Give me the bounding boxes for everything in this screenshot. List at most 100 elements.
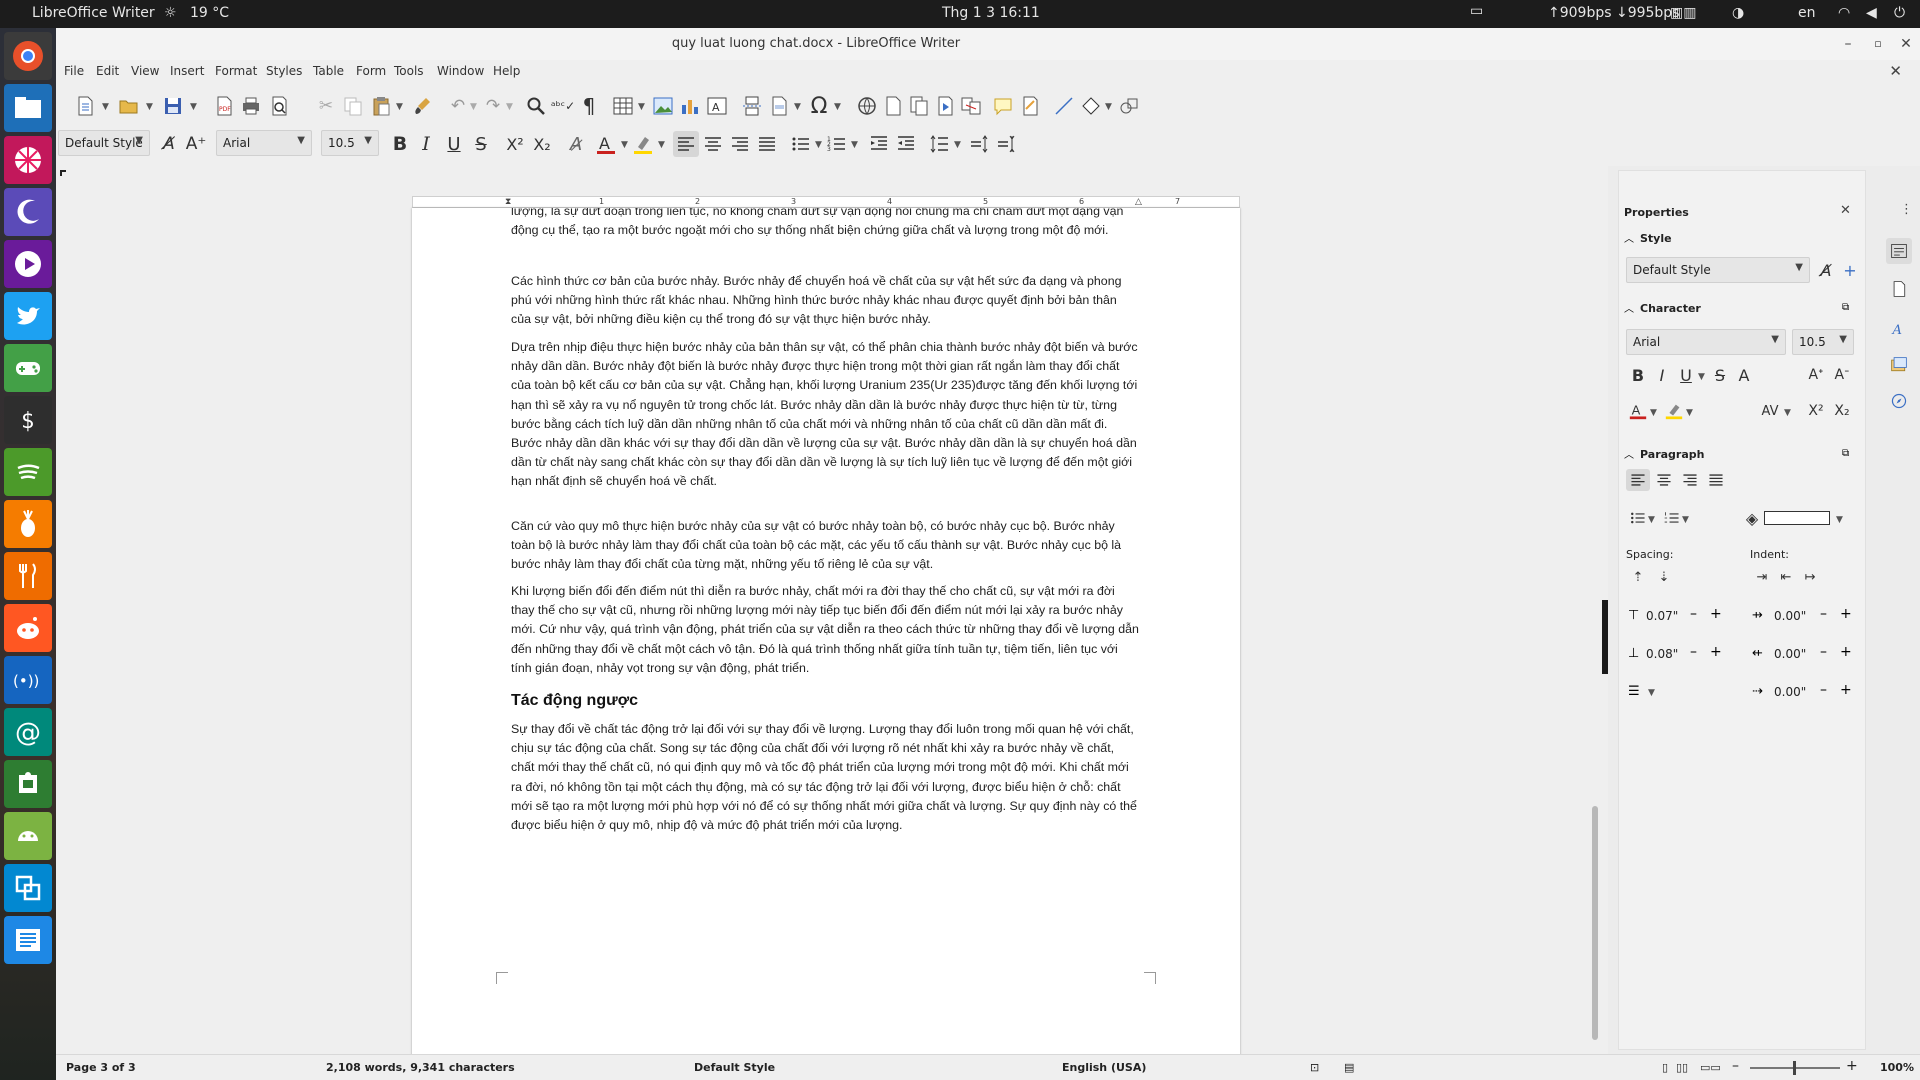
insert-chart-button[interactable]: [677, 93, 703, 119]
subscript-button[interactable]: X₂: [529, 131, 555, 157]
paragraph-2[interactable]: Các hình thức cơ bản của bước nhảy. Bước…: [511, 272, 1139, 330]
redo-button[interactable]: ↷: [480, 93, 506, 119]
sidebar-superscript-button[interactable]: X²: [1804, 400, 1828, 422]
zoom-out-button[interactable]: –: [1732, 1058, 1739, 1074]
superscript-button[interactable]: X²: [502, 131, 528, 157]
horizontal-ruler[interactable]: 1 2 3 4 5 6 7 ⧗ △: [412, 196, 1240, 208]
maximize-button[interactable]: ▫: [1868, 34, 1888, 54]
sidebar-bullet-dropdown-icon[interactable]: ▼: [1648, 515, 1655, 525]
sidebar-shrink-font-button[interactable]: Aᐨ: [1830, 364, 1854, 386]
insert-hyperlink-button[interactable]: [854, 93, 880, 119]
system-monitor-icon[interactable]: ▥▥: [1670, 5, 1696, 21]
deck-page-button[interactable]: [1886, 276, 1912, 302]
above-spacing-increase[interactable]: +: [1710, 606, 1722, 622]
find-replace-button[interactable]: [523, 93, 549, 119]
system-app-name[interactable]: LibreOffice Writer: [32, 5, 155, 21]
menu-format[interactable]: Format: [215, 64, 257, 78]
below-spacing-decrease[interactable]: –: [1690, 644, 1697, 660]
formatting-marks-button[interactable]: ¶: [576, 93, 602, 119]
increase-indent-button[interactable]: [866, 131, 892, 157]
document-page[interactable]: lượng, là sự đứt đoạn trong liên tục, nó…: [412, 208, 1240, 1066]
paragraph-section-title[interactable]: Paragraph: [1640, 448, 1704, 461]
draw-functions-button[interactable]: [1116, 93, 1142, 119]
cut-button[interactable]: ✂: [313, 93, 339, 119]
insert-comment-button[interactable]: [990, 93, 1016, 119]
zoom-slider-handle[interactable]: [1793, 1061, 1796, 1075]
close-sidebar-icon[interactable]: ✕: [1840, 203, 1851, 218]
font-size-box[interactable]: 10.5 ▼: [321, 130, 379, 156]
book-view-icon[interactable]: ▭▭: [1700, 1061, 1721, 1074]
screen-icon[interactable]: ▭: [1470, 3, 1483, 19]
export-pdf-button[interactable]: PDF: [211, 93, 237, 119]
dock-pineapple[interactable]: [4, 500, 52, 548]
new-document-button[interactable]: [72, 93, 98, 119]
decrease-indent-button[interactable]: [893, 131, 919, 157]
sidebar-numbered-dropdown-icon[interactable]: ▼: [1682, 515, 1689, 525]
dock-broadcast[interactable]: (•)): [4, 656, 52, 704]
zoom-level[interactable]: 100%: [1880, 1061, 1914, 1074]
basic-shapes-button[interactable]: [1078, 93, 1104, 119]
sidebar-strikethrough-button[interactable]: S: [1708, 364, 1732, 386]
sidebar-numbered-list-button[interactable]: [1660, 507, 1684, 529]
redo-dropdown-icon[interactable]: ▼: [506, 102, 513, 112]
bold-button[interactable]: B: [387, 131, 413, 157]
single-page-view-icon[interactable]: ▯: [1662, 1061, 1668, 1074]
before-indent-decrease[interactable]: –: [1820, 606, 1827, 622]
special-character-dropdown-icon[interactable]: ▼: [834, 102, 841, 112]
document-language[interactable]: English (USA): [1062, 1061, 1146, 1074]
sidebar-subscript-button[interactable]: X₂: [1830, 400, 1854, 422]
sidebar-align-right-button[interactable]: [1678, 469, 1702, 491]
above-spacing-decrease[interactable]: –: [1690, 606, 1697, 622]
dock-chrome[interactable]: [4, 32, 52, 80]
sidebar-italic-button[interactable]: I: [1650, 364, 1674, 386]
insert-bookmark-button[interactable]: [932, 93, 958, 119]
system-clock[interactable]: Thg 1 3 16:11: [942, 5, 1040, 21]
undo-dropdown-icon[interactable]: ▼: [470, 102, 477, 112]
dock-files[interactable]: [4, 84, 52, 132]
collapse-paragraph-icon[interactable]: ︿: [1624, 446, 1634, 461]
sidebar-bold-button[interactable]: B: [1626, 364, 1650, 386]
table-dropdown-icon[interactable]: ▼: [638, 102, 645, 112]
menu-file[interactable]: File: [64, 64, 84, 78]
align-center-button[interactable]: [700, 131, 726, 157]
open-button[interactable]: [116, 93, 142, 119]
character-more-options-icon[interactable]: ⧉: [1842, 302, 1849, 313]
update-style-button[interactable]: A̸: [156, 131, 182, 157]
page-count[interactable]: Page 3 of 3: [66, 1061, 136, 1074]
align-left-button[interactable]: [673, 131, 699, 157]
character-section-title[interactable]: Character: [1640, 302, 1701, 315]
font-color-button[interactable]: A: [593, 131, 619, 157]
volume-icon[interactable]: ◀: [1866, 5, 1877, 21]
first-line-indent-decrease[interactable]: –: [1820, 682, 1827, 698]
unordered-list-button[interactable]: [788, 131, 814, 157]
line-spacing-sidebar-dropdown-icon[interactable]: ▼: [1648, 688, 1655, 698]
increase-paragraph-spacing-button[interactable]: [966, 131, 992, 157]
sidebar-underline-button[interactable]: U: [1674, 364, 1698, 386]
deck-properties-button[interactable]: [1886, 238, 1912, 264]
clone-formatting-button[interactable]: [410, 93, 436, 119]
above-spacing-field[interactable]: 0.07": [1646, 604, 1686, 628]
wifi-icon[interactable]: ◠: [1838, 5, 1850, 21]
new-dropdown-icon[interactable]: ▼: [102, 102, 109, 112]
increase-indent-sidebar-button[interactable]: ⇥: [1750, 566, 1774, 588]
paragraph-4[interactable]: Căn cứ vào quy mô thực hiện bước nhảy củ…: [511, 517, 1139, 575]
document-modified-icon[interactable]: ▤: [1344, 1061, 1354, 1074]
dock-windows[interactable]: [4, 864, 52, 912]
insert-cross-reference-button[interactable]: [958, 93, 984, 119]
after-indent-decrease[interactable]: –: [1820, 644, 1827, 660]
sidebar-font-box[interactable]: Arial ▼: [1626, 329, 1786, 355]
print-preview-button[interactable]: [266, 93, 292, 119]
copy-button[interactable]: [340, 93, 366, 119]
scrollbar-thumb[interactable]: [1592, 806, 1598, 1040]
underline-button[interactable]: U: [441, 131, 467, 157]
decrease-indent-sidebar-button[interactable]: ⇤: [1774, 566, 1798, 588]
shapes-dropdown-icon[interactable]: ▼: [1105, 102, 1112, 112]
decrease-paragraph-spacing-button[interactable]: [993, 131, 1019, 157]
dock-terminal[interactable]: $: [4, 396, 52, 444]
menu-table[interactable]: Table: [313, 64, 344, 78]
zoom-in-button[interactable]: +: [1846, 1058, 1858, 1074]
highlight-color-button[interactable]: [630, 131, 656, 157]
sidebar-background-fill-button[interactable]: ◈: [1740, 507, 1764, 529]
dock-food[interactable]: [4, 552, 52, 600]
ordered-list-button[interactable]: 123: [824, 131, 850, 157]
